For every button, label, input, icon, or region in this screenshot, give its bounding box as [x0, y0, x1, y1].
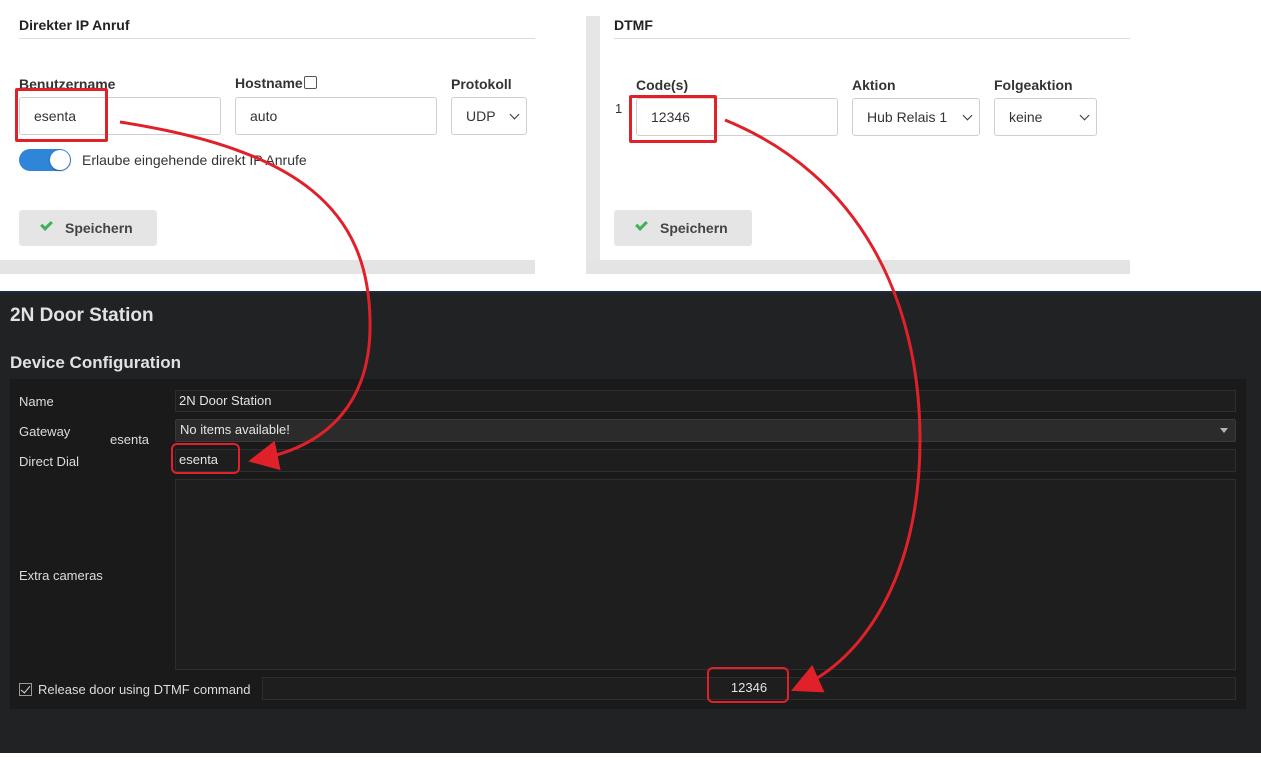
- arrow-dtmf-code-to-command: [724, 118, 922, 693]
- arrow-username-to-direct-dial: [119, 120, 372, 471]
- annotation-arrows: [119, 118, 922, 693]
